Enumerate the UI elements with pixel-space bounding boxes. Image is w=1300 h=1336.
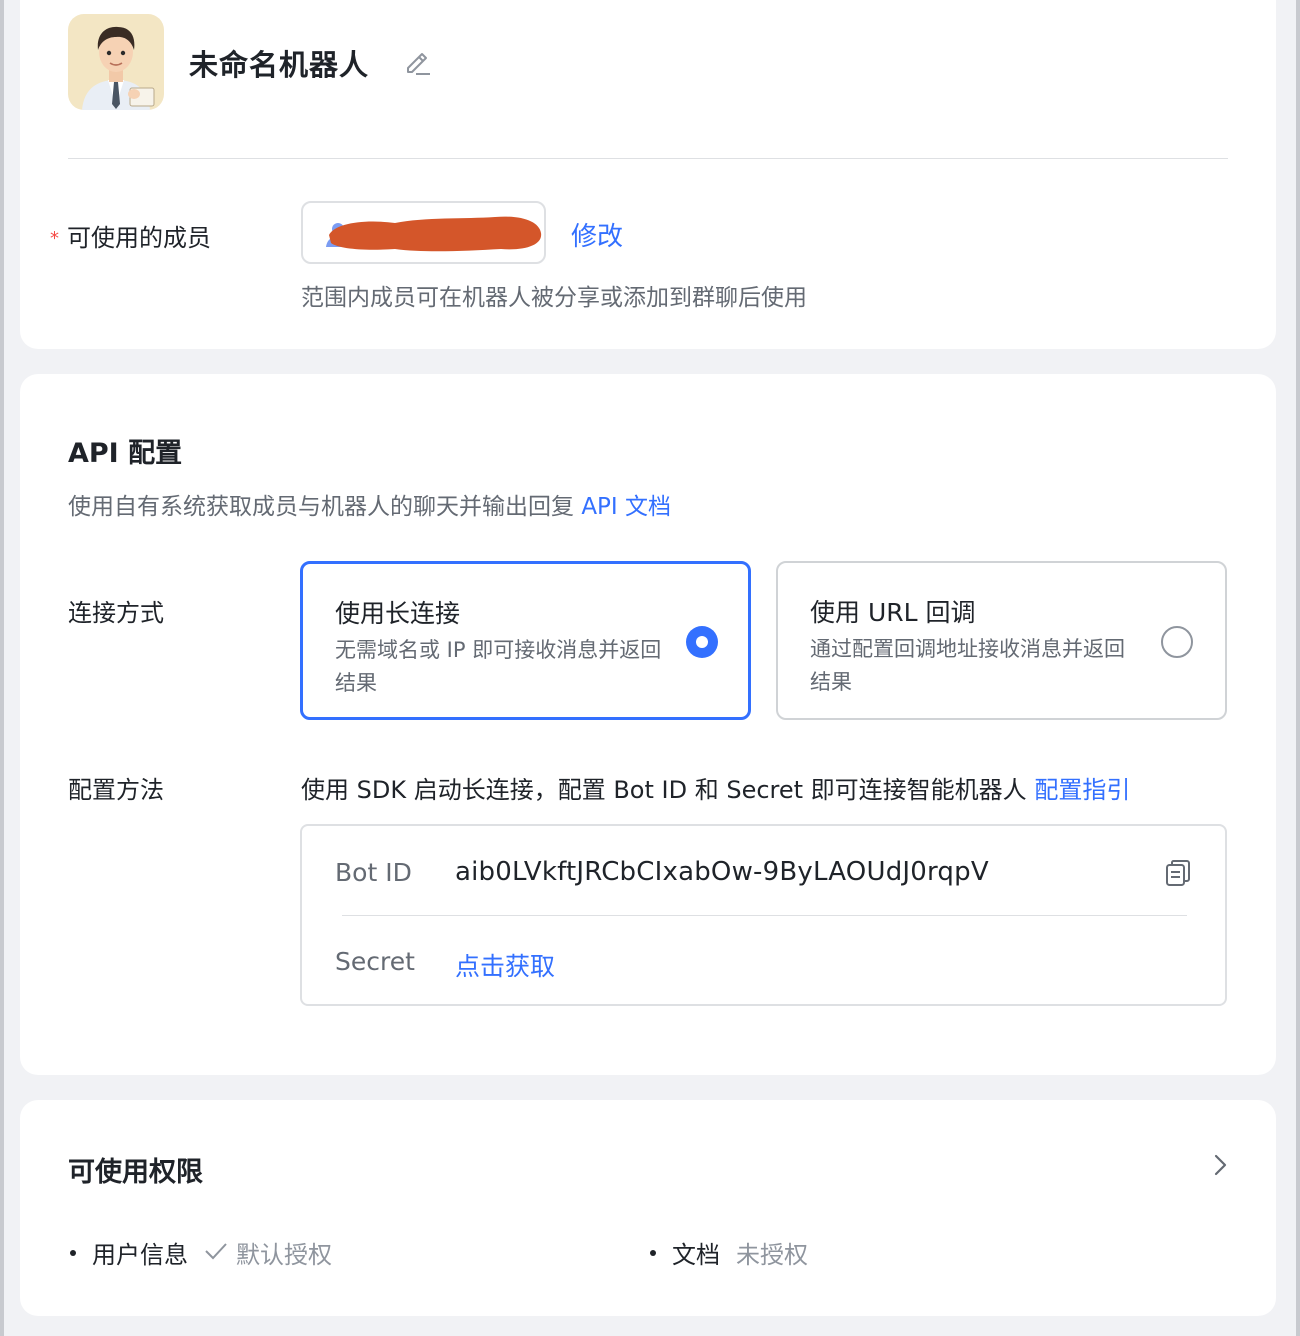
modify-members-link[interactable]: 修改 — [571, 216, 623, 253]
config-method-description: 使用 SDK 启动长连接，配置 Bot ID 和 Secret 即可连接智能机器… — [301, 770, 1130, 805]
radio-selected-icon[interactable] — [686, 626, 718, 658]
required-mark: * — [50, 228, 59, 249]
member-selector[interactable] — [301, 201, 546, 264]
permission-status: 默认授权 — [236, 1241, 332, 1269]
bot-info-card: 未命名机器人 * 可使用的成员 修改 范围内成员可在机器人被分享或添加到群聊后使用 — [20, 0, 1276, 349]
option-long-connection[interactable]: 使用长连接 无需域名或 IP 即可接收消息并返回结果 — [300, 561, 751, 720]
header-divider — [68, 158, 1228, 159]
window-frame-right — [1296, 0, 1300, 1336]
api-config-card: API 配置 使用自有系统获取成员与机器人的聊天并输出回复 API 文档 连接方… — [20, 374, 1276, 1075]
chevron-right-icon[interactable] — [1209, 1152, 1231, 1178]
bullet — [650, 1249, 656, 1256]
config-description-text: 使用 SDK 启动长连接，配置 Bot ID 和 Secret 即可连接智能机器… — [301, 776, 1027, 804]
redacted-member-name — [329, 216, 542, 252]
check-icon — [204, 1239, 228, 1267]
config-method-label: 配置方法 — [68, 776, 164, 804]
permissions-card[interactable]: 可使用权限 用户信息 默认授权 文档 未授权 — [20, 1100, 1276, 1316]
option-description: 通过配置回调地址接收消息并返回结果 — [810, 637, 1125, 694]
members-hint: 范围内成员可在机器人被分享或添加到群聊后使用 — [301, 285, 807, 311]
permission-name: 用户信息 — [92, 1241, 188, 1269]
option-title: 使用长连接 — [335, 599, 461, 628]
copy-icon[interactable] — [1164, 858, 1192, 888]
secret-label: Secret — [335, 947, 415, 976]
config-guide-link[interactable]: 配置指引 — [1034, 776, 1130, 804]
bot-avatar[interactable] — [68, 14, 164, 110]
bullet — [70, 1249, 76, 1256]
get-secret-link[interactable]: 点击获取 — [455, 947, 555, 983]
members-label: * 可使用的成员 — [50, 218, 211, 253]
credentials-divider — [342, 915, 1187, 916]
permission-item: 用户信息 默认授权 — [70, 1235, 332, 1270]
connection-method-label: 连接方式 — [68, 599, 164, 627]
permissions-title: 可使用权限 — [68, 1157, 203, 1188]
option-description: 无需域名或 IP 即可接收消息并返回结果 — [335, 638, 662, 695]
bot-id-label: Bot ID — [335, 858, 412, 887]
permission-status: 未授权 — [736, 1241, 808, 1269]
radio-unselected-icon[interactable] — [1161, 626, 1193, 658]
bot-id-value[interactable]: aib0LVkftJRCbCIxabOw-9ByLAOUdJ0rqpV — [455, 857, 989, 887]
option-title: 使用 URL 回调 — [810, 598, 976, 627]
members-label-text: 可使用的成员 — [67, 224, 211, 252]
api-description-text: 使用自有系统获取成员与机器人的聊天并输出回复 — [68, 494, 574, 520]
edit-name-icon[interactable] — [402, 46, 432, 76]
bot-name: 未命名机器人 — [189, 48, 370, 82]
credentials-box: Bot ID aib0LVkftJRCbCIxabOw-9ByLAOUdJ0rq… — [300, 824, 1227, 1006]
permission-name: 文档 — [672, 1241, 720, 1269]
api-config-description: 使用自有系统获取成员与机器人的聊天并输出回复 API 文档 — [68, 487, 671, 521]
permission-item: 文档 未授权 — [650, 1235, 808, 1270]
window-frame-left — [0, 0, 4, 1336]
api-config-title: API 配置 — [68, 438, 183, 469]
api-doc-link[interactable]: API 文档 — [581, 494, 671, 520]
option-url-callback[interactable]: 使用 URL 回调 通过配置回调地址接收消息并返回结果 — [776, 561, 1227, 720]
